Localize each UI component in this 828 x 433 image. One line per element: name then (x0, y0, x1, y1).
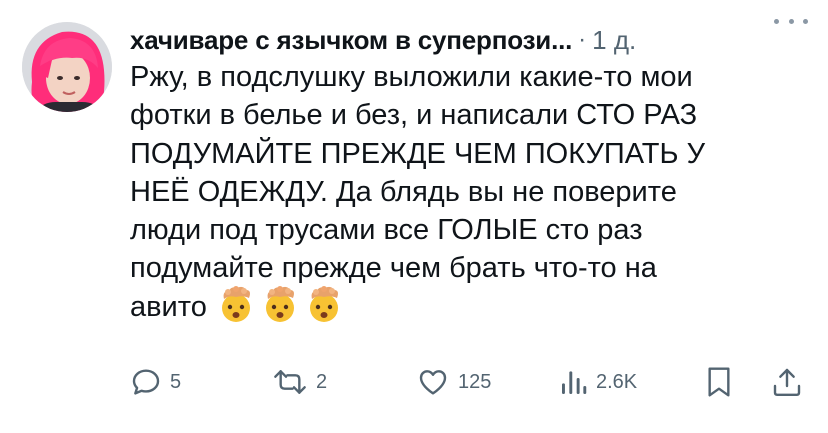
avatar-image (22, 22, 112, 112)
more-icon[interactable] (774, 14, 808, 28)
reply-count: 5 (170, 370, 182, 393)
like-button[interactable]: 125 (416, 362, 491, 402)
reply-button[interactable]: 5 (130, 362, 181, 402)
text-line: Ржу, в подслушку выложили какие-то мои (130, 61, 693, 93)
timestamp[interactable]: 1 д. (592, 25, 636, 56)
reply-icon (130, 366, 162, 398)
avatar[interactable] (22, 22, 112, 112)
text-line-last: авито (130, 285, 800, 327)
emoji-row (217, 285, 343, 323)
text-line: подумайте прежде чем брать что-то на (130, 252, 657, 285)
share-button[interactable] (772, 362, 802, 402)
repost-count: 2 (316, 370, 328, 393)
text-line: люди под трусами все ГОЛЫЕ сто раз (130, 214, 643, 247)
views-button[interactable]: 2.6K (560, 362, 637, 402)
text-line: ПОДУМАЙТЕ ПРЕЖДЕ ЧЕМ ПОКУПАТЬ У (130, 137, 706, 170)
action-bar: 5 2 125 2.6K (130, 362, 810, 402)
repost-icon (272, 366, 308, 398)
text-line: фотки в белье и без, и написали СТО РАЗ (130, 99, 698, 132)
share-icon (772, 366, 802, 398)
text-line: НЕЁ ОДЕЖДУ. Да блядь вы не поверите (130, 175, 677, 208)
separator: · (578, 26, 587, 53)
heart-icon (416, 366, 450, 398)
exploding-head-emoji (217, 285, 255, 323)
repost-button[interactable]: 2 (272, 362, 327, 402)
post: хачиваре с язычком в суперпози... · 1 д.… (0, 0, 828, 433)
text-line: авито (130, 290, 207, 323)
bookmark-icon (706, 366, 732, 398)
author-name[interactable]: хачиваре с язычком в суперпози... (130, 25, 572, 56)
post-text: Ржу, в подслушку выложили какие-то мои ф… (130, 58, 800, 327)
views-icon (560, 366, 588, 398)
like-count: 125 (458, 370, 492, 393)
bookmark-button[interactable] (706, 362, 732, 402)
post-header: хачиваре с язычком в суперпози... · 1 д. (130, 20, 810, 60)
exploding-head-emoji (305, 285, 343, 323)
exploding-head-emoji (261, 285, 299, 323)
views-count: 2.6K (596, 370, 638, 393)
